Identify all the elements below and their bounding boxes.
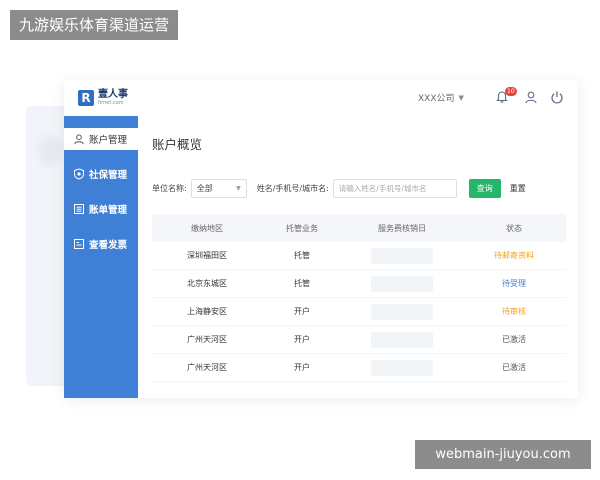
table-header-row: 缴纳地区 托管业务 服务费核销日 状态 (152, 214, 566, 242)
sidebar-item-label: 社保管理 (89, 170, 128, 181)
sidebar-item-social-security[interactable]: 社保管理 (64, 163, 138, 185)
logo[interactable]: R 壹人事 hrnet.com (78, 89, 128, 106)
unit-label: 单位名称: (152, 183, 187, 193)
header-region: 缴纳地区 (191, 223, 223, 233)
blurred-date (371, 247, 433, 264)
header-date: 服务费核销日 (378, 223, 426, 233)
top-bar: R 壹人事 hrnet.com XXX公司 ▼ 10 (64, 80, 578, 116)
cell-region: 上海静安区 (187, 307, 227, 316)
watermark-bottom: webmain-jiuyou.com (415, 440, 591, 469)
blurred-date (371, 275, 433, 292)
sidebar-item-label: 查看发票 (89, 240, 128, 251)
blurred-date (371, 331, 433, 348)
sidebar-item-invoice[interactable]: 查看发票 (64, 233, 138, 255)
logo-name: 壹人事 (98, 89, 128, 100)
company-name: XXX公司 (418, 94, 455, 104)
header-status: 状态 (506, 223, 522, 233)
table-row[interactable]: 广州天河区 开户 已激活 (152, 354, 566, 382)
app-window: R 壹人事 hrnet.com XXX公司 ▼ 10 账户管理 社保管理 账单管… (64, 80, 578, 398)
sidebar-item-label: 账户管理 (89, 135, 128, 146)
main-content: 账户概览 单位名称: 全部 ▼ 姓名/手机号/城市名: 请输入姓名/手机号/城市… (138, 116, 578, 398)
logo-subtitle: hrnet.com (98, 100, 124, 106)
company-switcher[interactable]: XXX公司 ▼ (418, 91, 464, 105)
cell-date (342, 331, 462, 348)
chevron-down-icon: ▼ (236, 184, 241, 192)
background-blob (38, 136, 62, 166)
search-label: 姓名/手机号/城市名: (256, 183, 329, 193)
cell-status: 待邮寄资料 (494, 251, 534, 260)
filter-bar: 单位名称: 全部 ▼ 姓名/手机号/城市名: 请输入姓名/手机号/城市名 查询 … (152, 178, 526, 198)
sidebar: 账户管理 社保管理 账单管理 查看发票 (64, 116, 138, 398)
list-icon (74, 204, 84, 214)
table-row[interactable]: 北京东城区 托管 待受理 (152, 270, 566, 298)
sidebar-item-label: 账单管理 (89, 205, 128, 216)
cell-service: 开户 (294, 335, 310, 344)
unit-select[interactable]: 全部 ▼ (190, 178, 247, 198)
invoice-icon (74, 239, 84, 249)
reset-button[interactable]: 重置 (510, 183, 526, 194)
cell-service: 托管 (294, 279, 310, 288)
cell-date (342, 359, 462, 376)
background-card (26, 106, 66, 386)
cell-status: 待审核 (502, 307, 526, 316)
watermark-top: 九游娱乐体育渠道运营 (10, 10, 179, 40)
table-row[interactable]: 上海静安区 开户 待审核 (152, 298, 566, 326)
cell-date (342, 303, 462, 320)
cell-service: 托管 (294, 251, 310, 260)
header-service: 托管业务 (286, 223, 318, 233)
cell-status: 已激活 (502, 335, 526, 344)
cell-status: 已激活 (502, 363, 526, 372)
cell-region: 广州天河区 (187, 335, 227, 344)
blurred-date (371, 303, 433, 320)
cell-service: 开户 (294, 307, 310, 316)
logo-mark: R (78, 89, 94, 106)
unit-select-value: 全部 (196, 183, 213, 193)
search-input[interactable]: 请输入姓名/手机号/城市名 (332, 178, 457, 198)
page-title: 账户概览 (152, 137, 203, 152)
user-icon (74, 134, 84, 145)
chevron-down-icon: ▼ (458, 93, 464, 102)
query-button[interactable]: 查询 (468, 178, 501, 198)
cell-region: 广州天河区 (187, 363, 227, 372)
user-icon[interactable] (524, 90, 538, 104)
cell-region: 深圳福田区 (187, 251, 227, 260)
account-table: 缴纳地区 托管业务 服务费核销日 状态 深圳福田区 托管 待邮寄资料 北京东城区… (152, 214, 566, 382)
shield-icon (74, 168, 84, 180)
cell-date (342, 247, 462, 264)
table-row[interactable]: 深圳福田区 托管 待邮寄资料 (152, 242, 566, 270)
power-icon[interactable] (550, 90, 564, 104)
cell-status: 待受理 (502, 279, 526, 288)
notification-badge: 10 (505, 87, 517, 96)
logo-text: 壹人事 hrnet.com (98, 89, 128, 106)
cell-date (342, 275, 462, 292)
table-row[interactable]: 广州天河区 开户 已激活 (152, 326, 566, 354)
blurred-date (371, 359, 433, 376)
sidebar-item-billing[interactable]: 账单管理 (64, 198, 138, 220)
sidebar-item-account[interactable]: 账户管理 (64, 128, 138, 150)
cell-region: 北京东城区 (187, 279, 227, 288)
cell-service: 开户 (294, 363, 310, 372)
